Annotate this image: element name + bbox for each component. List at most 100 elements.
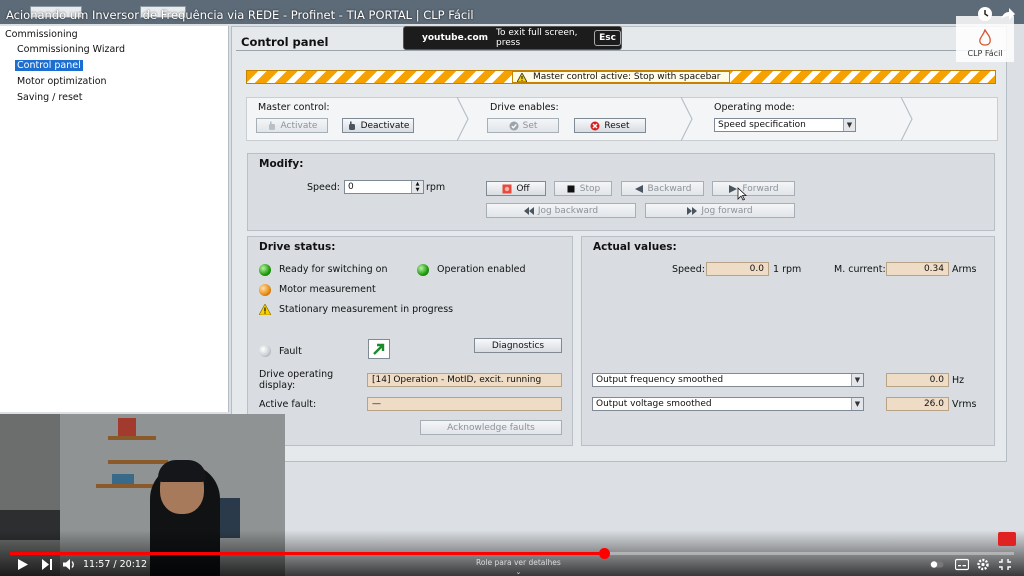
play-left-icon: [634, 184, 643, 193]
play-icon[interactable]: [16, 558, 30, 571]
fast-forward-icon: [687, 206, 698, 215]
reset-x-icon: [590, 121, 600, 130]
step-chevron-3: [900, 97, 913, 141]
off-light-icon: [502, 184, 512, 193]
jog-backward-button[interactable]: Jog backward: [486, 203, 636, 218]
actual-value-1: 0.0: [886, 373, 949, 387]
fault-label: Fault: [279, 346, 302, 357]
rewind-icon: [523, 206, 534, 215]
video-title: Acionando um Inversor de Frequência via …: [6, 8, 474, 22]
subtitles-icon[interactable]: [955, 558, 969, 571]
motor-current-value: 0.34: [886, 262, 949, 276]
esc-key: Esc: [594, 30, 621, 46]
operating-mode-select[interactable]: Speed specification ▼: [714, 118, 856, 132]
arrow-up-right-icon: [373, 343, 385, 355]
actual-speed-value: 0.0: [706, 262, 769, 276]
operation-enabled-led-icon: [417, 264, 429, 276]
autoplay-toggle-icon[interactable]: [930, 558, 944, 571]
motor-measurement-text: Motor measurement: [279, 284, 376, 295]
next-icon[interactable]: [40, 558, 54, 571]
webcam-shelf: [108, 436, 156, 440]
nav-item-commissioning-wizard[interactable]: Commissioning Wizard: [17, 44, 125, 55]
chevron-down-icon: ▼: [843, 119, 855, 131]
active-fault-value: —: [367, 397, 562, 411]
step-chevron-1: [456, 97, 469, 141]
master-control-warning: Master control active: Stop with spaceba…: [512, 71, 730, 83]
motor-measurement-led-icon: [259, 284, 271, 296]
video-time: 11:57 / 20:12: [83, 559, 148, 570]
settings-gear-icon[interactable]: [976, 558, 990, 571]
channel-logo-text: CLP Fácil: [967, 49, 1003, 58]
actual-speed-unit: 1 rpm: [773, 264, 802, 275]
jog-forward-button[interactable]: Jog forward: [645, 203, 795, 218]
scroll-for-details-hint[interactable]: Role para ver detalhes ⌄: [476, 558, 561, 576]
warning-icon: [517, 72, 527, 82]
stationary-measurement-text: Stationary measurement in progress: [279, 304, 454, 315]
channel-logo: CLP Fácil: [956, 16, 1014, 62]
set-button[interactable]: Set: [487, 118, 559, 133]
hand-icon: [268, 121, 275, 130]
mouse-cursor-icon: [737, 187, 747, 201]
speed-setpoint-unit: rpm: [426, 182, 446, 193]
off-button[interactable]: Off: [486, 181, 546, 196]
drive-status-title: Drive status:: [259, 241, 336, 253]
acknowledge-faults-button[interactable]: Acknowledge faults: [420, 420, 562, 435]
watch-later-icon[interactable]: [977, 6, 993, 22]
stop-button[interactable]: Stop: [554, 181, 612, 196]
activate-button[interactable]: Activate: [256, 118, 328, 133]
share-icon[interactable]: [1000, 6, 1016, 22]
forward-button[interactable]: Forward: [712, 181, 795, 196]
actual-value-1-unit: Hz: [952, 375, 965, 386]
stop-square-icon: [567, 185, 575, 192]
video-progress-bar[interactable]: [10, 548, 1014, 559]
diagnostics-button[interactable]: Diagnostics: [474, 338, 562, 353]
webcam-equipment: [118, 418, 136, 436]
operating-mode-label: Operating mode:: [714, 102, 795, 113]
subscribe-badge-icon[interactable]: [998, 532, 1016, 546]
operation-enabled-text: Operation enabled: [437, 264, 526, 275]
nav-item-motor-optimization[interactable]: Motor optimization: [17, 76, 107, 87]
volume-icon[interactable]: [62, 558, 76, 571]
go-to-diagnostics-button[interactable]: [368, 339, 390, 359]
actual-value-select-2[interactable]: Output voltage smoothed ▼: [592, 397, 864, 411]
chevron-down-icon: ⌄: [515, 568, 522, 576]
fault-led-icon: [259, 345, 271, 357]
backward-button[interactable]: Backward: [621, 181, 704, 196]
title-divider: [236, 50, 1006, 51]
exit-fullscreen-icon[interactable]: [998, 558, 1012, 571]
deactivate-button[interactable]: Deactivate: [342, 118, 414, 133]
actual-value-2-unit: Vrms: [952, 399, 977, 410]
warning-text: Master control active: Stop with spaceba…: [533, 72, 721, 82]
actual-value-select-1[interactable]: Output frequency smoothed ▼: [592, 373, 864, 387]
hand-stop-icon: [348, 121, 355, 130]
fullscreen-site: youtube.com: [422, 33, 489, 43]
nav-item-control-panel[interactable]: Control panel: [15, 60, 83, 71]
reset-button[interactable]: Reset: [574, 118, 646, 133]
drive-operating-display-label-line1: Drive operating: [259, 369, 334, 380]
flame-logo-icon: [979, 29, 991, 46]
presenter-hair: [158, 460, 206, 482]
step-chevron-2: [680, 97, 693, 141]
chevron-down-icon: ▼: [851, 398, 863, 410]
actual-speed-label: Speed:: [672, 264, 705, 275]
ready-status-led-icon: [259, 264, 271, 276]
modify-title: Modify:: [259, 158, 304, 170]
motor-current-unit: Arms: [952, 264, 977, 275]
speed-setpoint-label: Speed:: [307, 182, 340, 193]
nav-item-saving-reset[interactable]: Saving / reset: [17, 92, 82, 103]
webcam-equipment: [112, 474, 134, 484]
page-title: Control panel: [241, 35, 329, 49]
stationary-warning-icon: [259, 304, 271, 315]
nav-root-commissioning[interactable]: Commissioning: [5, 29, 78, 40]
progress-played: [10, 552, 605, 555]
drive-operating-display-value: [14] Operation - MotID, excit. running: [367, 373, 562, 387]
ready-status-text: Ready for switching on: [279, 264, 388, 275]
fullscreen-notice: youtube.com To exit full screen, press E…: [403, 26, 622, 50]
speed-setpoint-input[interactable]: 0 ▲ ▼: [344, 180, 424, 194]
fullscreen-hint: To exit full screen, press: [496, 28, 578, 48]
speed-stepper-icon[interactable]: ▲ ▼: [411, 181, 423, 193]
drive-enables-label: Drive enables:: [490, 102, 559, 113]
check-icon: [509, 121, 519, 130]
active-fault-label: Active fault:: [259, 399, 317, 410]
motor-current-label: M. current:: [834, 264, 886, 275]
